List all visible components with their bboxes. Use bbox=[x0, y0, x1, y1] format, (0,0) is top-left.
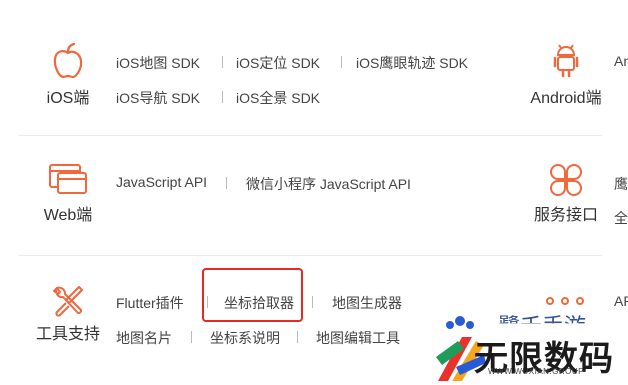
watermark: 鹭禾手游 无限数码 WWW.WUXIAN.GROUP bbox=[428, 305, 628, 385]
separator bbox=[312, 296, 313, 308]
watermark-sub-text: WWW.WUXIAN.GROUP bbox=[488, 367, 584, 376]
link-ios-panorama-sdk[interactable]: iOS全景 SDK bbox=[236, 88, 320, 108]
link-map-generator[interactable]: 地图生成器 bbox=[332, 293, 402, 313]
link-ios-track-sdk[interactable]: iOS鹰眼轨迹 SDK bbox=[356, 53, 468, 73]
separator bbox=[191, 331, 192, 343]
link-javascript-api[interactable]: JavaScript API bbox=[116, 174, 207, 190]
link-service-clipped-2[interactable]: 全 bbox=[614, 208, 628, 228]
link-miniprogram-js-api[interactable]: 微信小程序 JavaScript API bbox=[246, 174, 411, 194]
highlight-box bbox=[202, 268, 303, 322]
apple-icon bbox=[53, 42, 83, 79]
category-web[interactable]: Web端 bbox=[22, 163, 114, 225]
category-service-api-label: 服务接口 bbox=[533, 207, 598, 224]
tools-icon bbox=[53, 286, 83, 317]
link-service-clipped-1[interactable]: 鹰 bbox=[614, 174, 628, 194]
category-web-label: Web端 bbox=[43, 207, 93, 224]
row-divider bbox=[18, 255, 602, 256]
category-tools-label: 工具支持 bbox=[35, 326, 100, 343]
separator bbox=[297, 331, 298, 343]
browser-windows-icon bbox=[49, 164, 87, 194]
category-service-api[interactable]: 服务接口 bbox=[530, 163, 602, 225]
link-flutter-plugin[interactable]: Flutter插件 bbox=[116, 293, 184, 313]
clover-icon bbox=[550, 164, 582, 196]
separator bbox=[226, 177, 227, 189]
link-map-card[interactable]: 地图名片 bbox=[116, 328, 172, 348]
link-ios-map-sdk[interactable]: iOS地图 SDK bbox=[116, 53, 200, 73]
category-android-label: Android端 bbox=[530, 90, 602, 107]
separator bbox=[222, 56, 223, 68]
separator bbox=[222, 91, 223, 103]
category-ios[interactable]: iOS端 bbox=[22, 42, 114, 108]
category-tools[interactable]: 工具支持 bbox=[22, 284, 114, 344]
link-ios-location-sdk[interactable]: iOS定位 SDK bbox=[236, 53, 320, 73]
link-android-clipped[interactable]: An bbox=[614, 53, 628, 69]
category-android[interactable]: Android端 bbox=[526, 42, 606, 108]
link-map-editor[interactable]: 地图编辑工具 bbox=[316, 328, 400, 348]
category-ios-label: iOS端 bbox=[46, 90, 90, 107]
android-icon bbox=[553, 44, 579, 78]
link-coordinate-system-doc[interactable]: 坐标系说明 bbox=[210, 328, 280, 348]
link-ios-navi-sdk[interactable]: iOS导航 SDK bbox=[116, 88, 200, 108]
separator bbox=[341, 56, 342, 68]
row-divider bbox=[18, 135, 602, 136]
